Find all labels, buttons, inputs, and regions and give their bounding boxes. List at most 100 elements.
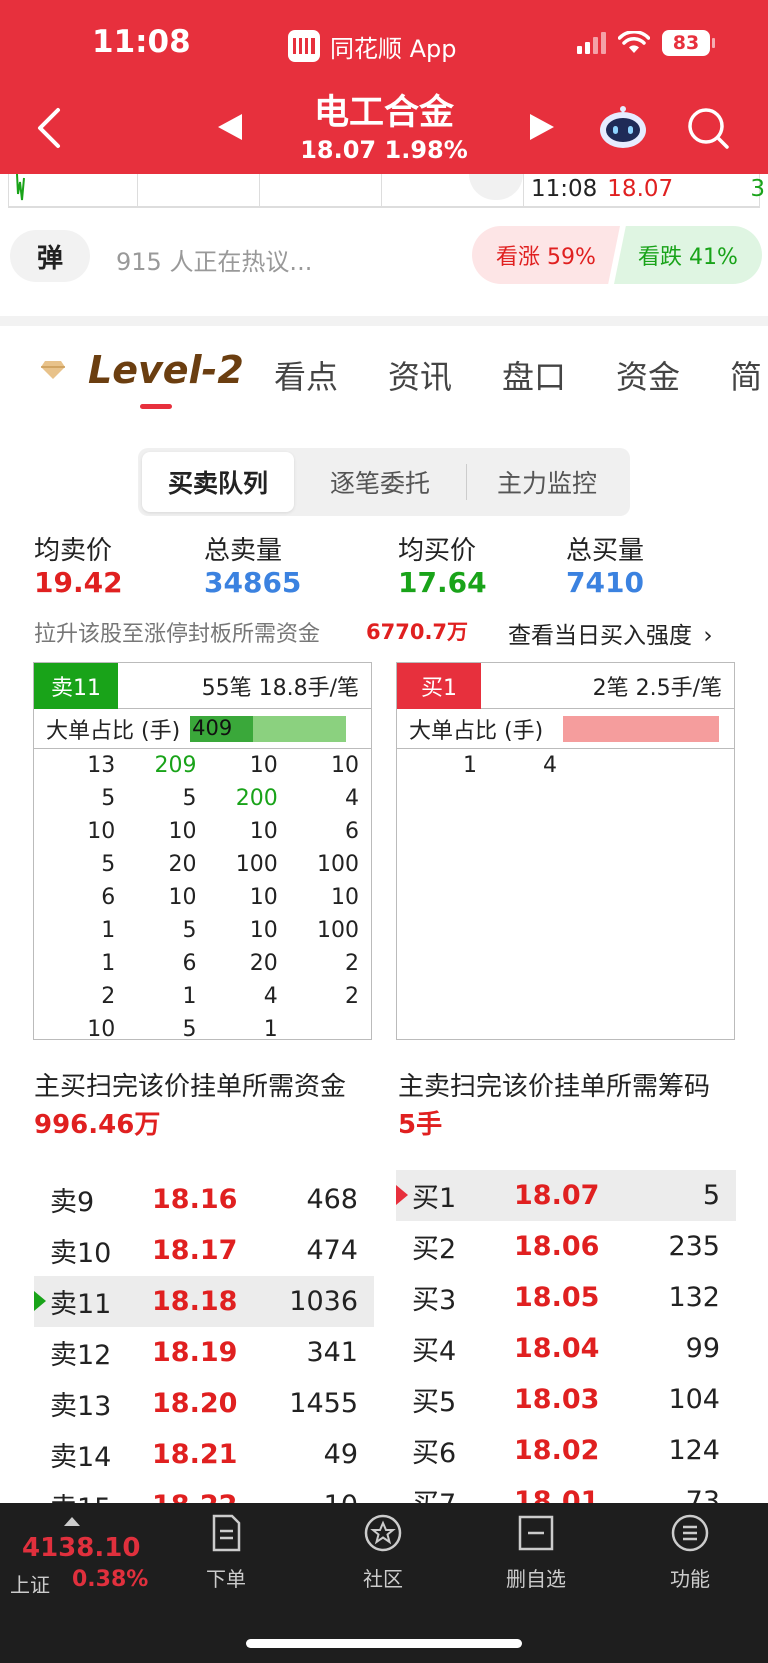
- app-logo-icon: [288, 30, 320, 62]
- level-name: 卖9: [50, 1187, 95, 1218]
- sell-queue-tag: 卖11: [34, 662, 118, 709]
- avg-sell-value: 19.42: [34, 566, 123, 599]
- sell-level-row[interactable]: 卖11 18.18 1036: [34, 1276, 374, 1327]
- sell-big-order-row: 大单占比 (手) 409: [34, 709, 371, 749]
- tick-time: 11:08: [531, 176, 598, 202]
- buy-queue-tag: 买1: [397, 662, 481, 709]
- sell-queue-cell: 5: [182, 1017, 197, 1042]
- buy-strength-link[interactable]: 查看当日买入强度 ›: [508, 616, 713, 650]
- buy-sweep-fund-label: 主买扫完该价挂单所需资金: [34, 1072, 347, 1102]
- level-name: 买3: [412, 1285, 457, 1316]
- robot-assistant-icon[interactable]: [598, 104, 648, 150]
- level-vol: 132: [668, 1282, 720, 1313]
- buy-big-order-row: 大单占比 (手): [397, 709, 734, 749]
- sell-queue-header: 卖11 55笔 18.8手/笔: [34, 662, 371, 709]
- current-level-marker-icon: [396, 1185, 408, 1205]
- sell-queue-cell: 5: [101, 852, 116, 877]
- tab-order-book[interactable]: 盘口: [502, 352, 566, 398]
- vote-bullish-button[interactable]: 看涨 59%: [472, 226, 620, 284]
- grid-line: [381, 174, 382, 206]
- home-indicator: [246, 1639, 522, 1648]
- queue-mode-segment: 买卖队列 逐笔委托 主力监控: [138, 448, 630, 516]
- sell-order-book: 卖9 18.16 468 卖10 18.17 474 卖11 18.18 1036 卖12 18.1…: [34, 1174, 374, 1531]
- remove-watchlist-button[interactable]: 删自选: [486, 1513, 586, 1592]
- sell-queue-cell: 10: [168, 819, 197, 844]
- grid-line: [259, 174, 260, 206]
- buy-queue-cell: 1: [463, 753, 477, 778]
- limit-up-fund-value: 6770.7万: [366, 620, 469, 644]
- danmu-label: 弹: [36, 243, 63, 274]
- level-price: 18.03: [514, 1384, 600, 1415]
- latest-tick: 11:08 18.07 3: [531, 176, 765, 202]
- diamond-icon: [41, 361, 65, 379]
- status-time: 11:08: [92, 24, 191, 60]
- sell-queue-cell: 1: [263, 1017, 278, 1042]
- battery-icon: 83: [662, 30, 715, 56]
- expand-chart-icon[interactable]: [469, 174, 523, 200]
- level-price: 18.04: [514, 1333, 600, 1364]
- search-icon[interactable]: [686, 106, 730, 150]
- buy-level-row[interactable]: 买3 18.05 132: [396, 1272, 736, 1323]
- sell-queue-stat: 55笔 18.8手/笔: [201, 675, 359, 701]
- sell-level-row[interactable]: 卖13 18.20 1455: [34, 1378, 374, 1429]
- sell-queue-cell: 6: [345, 819, 359, 844]
- tab-profile[interactable]: 简: [730, 352, 762, 398]
- tab-capital[interactable]: 资金: [616, 352, 680, 398]
- level-price: 18.17: [152, 1235, 238, 1266]
- hot-discussion-text[interactable]: 915 人正在热议...: [116, 242, 312, 277]
- sell-queue-cell: 10: [87, 819, 116, 844]
- sell-queue-cell: 5: [182, 918, 197, 943]
- remove-watchlist-label: 删自选: [506, 1567, 566, 1591]
- buy-queue-grid: 14: [397, 749, 734, 782]
- tab-news[interactable]: 资讯: [388, 352, 452, 398]
- total-sell-label: 总卖量: [204, 536, 283, 566]
- vote-bearish-button[interactable]: 看跌 41%: [614, 226, 762, 284]
- level-vol: 124: [668, 1435, 720, 1466]
- index-value[interactable]: 4138.10: [22, 1533, 140, 1563]
- tick-volume: 3: [750, 176, 765, 202]
- sell-sweep-chips-value: 5手: [398, 1110, 443, 1140]
- app-indicator[interactable]: 同花顺 App: [288, 28, 457, 64]
- sell-queue-cell: [278, 1013, 359, 1046]
- sell-queue-cell: 10: [168, 885, 197, 910]
- tab-level2[interactable]: Level-2: [88, 348, 244, 392]
- buy-level-row[interactable]: 买1 18.07 5: [396, 1170, 736, 1221]
- remove-square-icon: [518, 1515, 554, 1551]
- sell-level-row[interactable]: 卖12 18.19 341: [34, 1327, 374, 1378]
- level-price: 18.02: [514, 1435, 600, 1466]
- sell-level-row[interactable]: 卖10 18.17 474: [34, 1225, 374, 1276]
- menu-circle-icon: [671, 1514, 709, 1552]
- sell-queue-cell: 4: [345, 786, 359, 811]
- level-vol: 468: [306, 1184, 358, 1215]
- segment-tick-orders[interactable]: 逐笔委托: [294, 452, 466, 512]
- buy-queue-panel: 买1 2笔 2.5手/笔 大单占比 (手) 14: [396, 662, 735, 1040]
- functions-button[interactable]: 功能: [640, 1513, 740, 1592]
- tab-kandian[interactable]: 看点: [274, 352, 338, 398]
- level-price: 18.05: [514, 1282, 600, 1313]
- sell-queue-cell: 100: [317, 852, 359, 877]
- buy-level-row[interactable]: 买5 18.03 104: [396, 1374, 736, 1425]
- segment-main-monitor[interactable]: 主力监控: [467, 452, 627, 512]
- order-button[interactable]: 下单: [176, 1513, 276, 1592]
- mini-chart-strip: 11:08 18.07 3: [8, 174, 765, 208]
- index-expand-icon[interactable]: [64, 1517, 80, 1526]
- functions-label: 功能: [670, 1567, 710, 1591]
- stock-price-change: 18.07 1.98%: [0, 136, 768, 164]
- buy-level-row[interactable]: 买4 18.04 99: [396, 1323, 736, 1374]
- level-name: 买6: [412, 1438, 457, 1469]
- grid-line: [523, 174, 524, 206]
- limit-up-fund-label: 拉升该股至涨停封板所需资金: [34, 622, 321, 647]
- danmu-toggle-button[interactable]: 弹: [10, 230, 90, 282]
- buy-level-row[interactable]: 买2 18.06 235: [396, 1221, 736, 1272]
- sell-queue-cell: 100: [317, 918, 359, 943]
- next-stock-icon[interactable]: [530, 114, 554, 140]
- sell-queue-cell: 2: [345, 951, 359, 976]
- sell-level-row[interactable]: 卖14 18.21 49: [34, 1429, 374, 1480]
- community-button[interactable]: 社区: [333, 1513, 433, 1592]
- sell-level-row[interactable]: 卖9 18.16 468: [34, 1174, 374, 1225]
- sell-queue-cell: 209: [154, 753, 197, 778]
- buy-level-row[interactable]: 买6 18.02 124: [396, 1425, 736, 1476]
- buy-order-book: 买1 18.07 5 买2 18.06 235 买3 18.05 132 买4 18.04 99 买5 1…: [396, 1170, 736, 1527]
- segment-buy-sell-queue[interactable]: 买卖队列: [142, 452, 294, 512]
- community-label: 社区: [363, 1567, 403, 1591]
